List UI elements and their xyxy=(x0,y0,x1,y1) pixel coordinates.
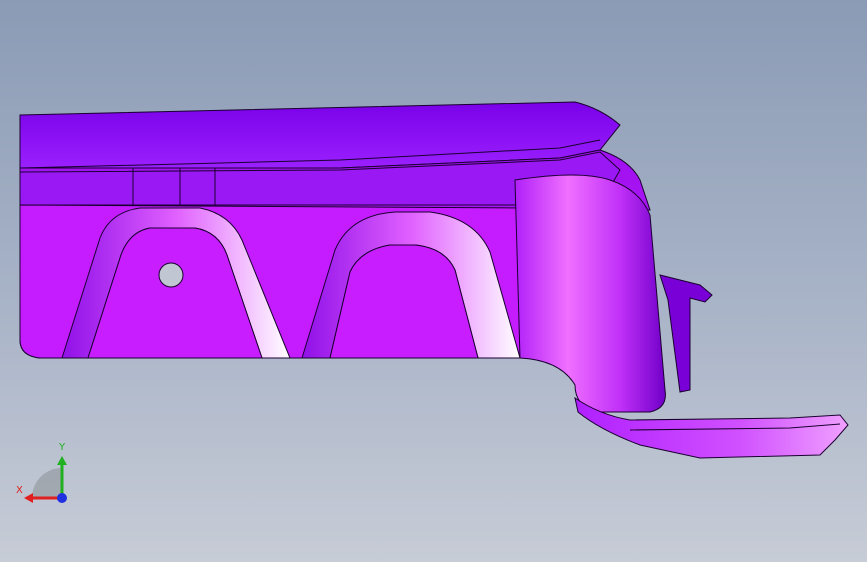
triad-axes xyxy=(24,456,67,503)
x-axis-arrow xyxy=(24,493,33,503)
x-axis-label: X xyxy=(16,485,23,496)
y-axis-arrow xyxy=(57,456,67,465)
part-model[interactable] xyxy=(0,0,867,562)
side-tab xyxy=(659,274,713,393)
corner-bend xyxy=(514,174,666,413)
cad-viewport[interactable]: X Y xyxy=(0,0,867,562)
y-axis-label: Y xyxy=(59,442,66,453)
top-flange-surface xyxy=(19,101,621,169)
view-triad: X Y xyxy=(10,440,80,510)
z-axis-dot xyxy=(57,493,67,503)
mounting-hole xyxy=(158,262,184,288)
